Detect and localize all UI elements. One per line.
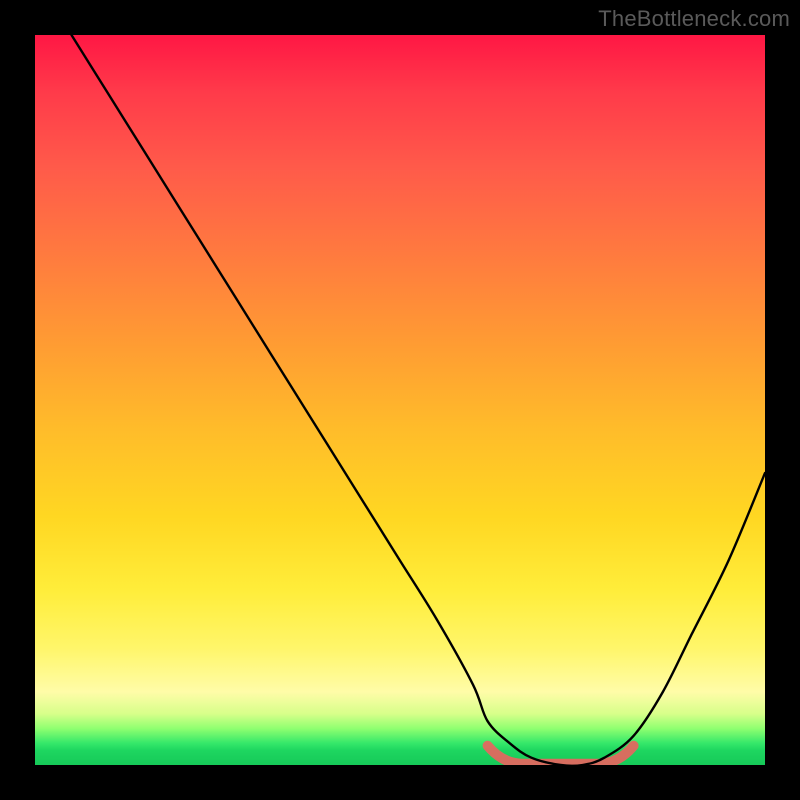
plot-area <box>35 35 765 765</box>
chart-frame: TheBottleneck.com <box>0 0 800 800</box>
bottleneck-curve-path <box>72 35 766 765</box>
curve-svg <box>35 35 765 765</box>
watermark-label: TheBottleneck.com <box>598 6 790 32</box>
